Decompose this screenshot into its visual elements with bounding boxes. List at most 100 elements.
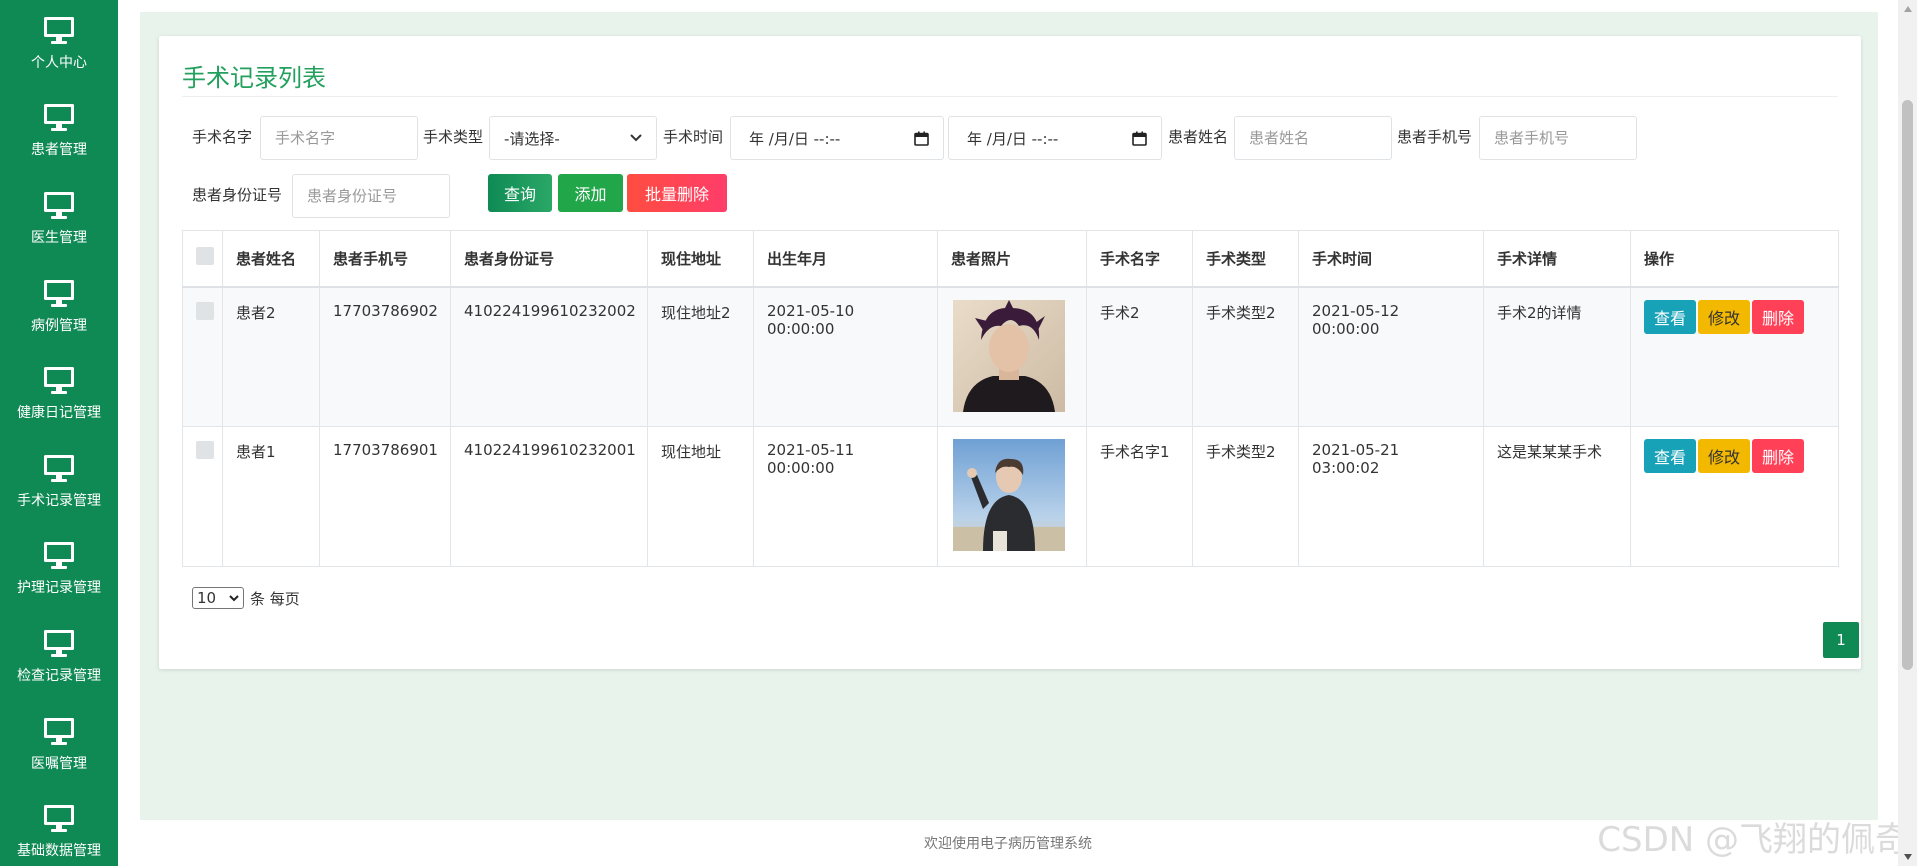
sidebar-item-personal-center[interactable]: 个人中心 [0,0,118,88]
select-all-cell [182,230,223,288]
triangle-up-icon [1903,6,1912,12]
cell-surgery-type: 手术类型2 [1192,286,1299,427]
sidebar: 个人中心 患者管理 医生管理 病例管理 健康日记管理 手术记录管理 护理记录管理… [0,0,118,866]
sidebar-item-label: 个人中心 [31,54,87,71]
table-row: 患者2 17703786902 410224199610232002 现住地址2… [182,286,1839,427]
monitor-icon [44,16,74,44]
monitor-icon [44,279,74,307]
sidebar-item-label: 患者管理 [31,142,87,159]
column-header: 患者姓名 [222,230,320,288]
table-row: 患者1 17703786901 410224199610232001 现住地址 … [182,426,1839,567]
monitor-icon [44,367,74,395]
sidebar-item-base-data[interactable]: 基础数据管理 [0,788,118,866]
calendar-icon[interactable] [914,131,929,146]
view-button[interactable]: 查看 [1644,439,1697,473]
calendar-icon[interactable] [1132,131,1147,146]
edit-button[interactable]: 修改 [1698,439,1751,473]
edit-button[interactable]: 修改 [1698,299,1751,334]
pagination-page-current[interactable]: 1 [1823,622,1859,658]
sidebar-item-label: 健康日记管理 [17,405,101,422]
sidebar-item-label: 基础数据管理 [17,843,101,860]
vertical-scrollbar[interactable] [1898,0,1917,866]
sidebar-item-nursing-records[interactable]: 护理记录管理 [0,526,118,614]
sidebar-item-exam-records[interactable]: 检查记录管理 [0,613,118,701]
surgery-time-start-input[interactable]: 年 /月/日 --:-- [730,116,944,160]
select-all-checkbox[interactable] [196,247,214,266]
patient-name-input[interactable] [1234,116,1392,160]
surgery-time-end-input[interactable]: 年 /月/日 --:-- [948,116,1162,160]
scroll-thumb[interactable] [1902,100,1913,670]
cell-birth: 2021-05-11 00:00:00 [753,426,938,567]
patient-phone-input[interactable] [1479,116,1637,160]
column-header: 患者身份证号 [450,230,648,288]
column-header: 手术时间 [1298,230,1484,288]
cell-surgery-time: 2021-05-21 03:00:02 [1298,426,1484,567]
add-button[interactable]: 添加 [558,174,623,212]
cell-photo [937,286,1087,427]
surgery-type-select[interactable]: -请选择- [489,116,657,160]
column-header: 现住地址 [647,230,754,288]
row-select-cell [182,426,223,567]
cell-patient-name: 患者1 [222,426,320,567]
chevron-down-icon [229,594,239,601]
cell-patient-phone: 17703786902 [319,286,451,427]
cell-patient-name: 患者2 [222,286,320,427]
page-size-select[interactable]: 10 [192,587,244,609]
patient-photo [953,299,1065,412]
patient-photo [953,439,1065,551]
sidebar-item-health-diary[interactable]: 健康日记管理 [0,350,118,438]
sidebar-item-label: 检查记录管理 [17,667,101,684]
column-header: 手术名字 [1086,230,1193,288]
query-button[interactable]: 查询 [488,174,552,212]
sidebar-item-doctors[interactable]: 医生管理 [0,175,118,263]
cell-actions: 查看 修改 删除 [1630,426,1839,567]
table-header-row: 患者姓名 患者手机号 患者身份证号 现住地址 出生年月 患者照片 手术名字 手术… [182,230,1839,288]
surgery-type-value: -请选择- [504,129,560,148]
surgery-name-input[interactable] [260,116,418,160]
sidebar-item-patients[interactable]: 患者管理 [0,88,118,176]
column-header: 操作 [1630,230,1839,288]
cell-birth: 2021-05-10 00:00:00 [753,286,938,427]
sidebar-item-label: 手术记录管理 [17,492,101,509]
monitor-icon [44,104,74,132]
patient-id-input[interactable] [292,174,450,218]
batch-delete-button[interactable]: 批量删除 [627,174,727,212]
title-divider [182,96,1838,97]
row-checkbox[interactable] [196,301,214,320]
column-header: 患者手机号 [319,230,451,288]
cell-actions: 查看 修改 删除 [1630,286,1839,427]
monitor-icon [44,717,74,745]
cell-address: 现住地址2 [647,286,754,427]
scroll-up-arrow[interactable] [1898,0,1917,18]
column-header: 手术类型 [1192,230,1299,288]
cell-address: 现住地址 [647,426,754,567]
cell-patient-phone: 17703786901 [319,426,451,567]
surgery-time-start-value: 年 /月/日 --:-- [749,129,841,148]
monitor-icon [44,191,74,219]
cell-detail: 手术2的详情 [1483,286,1631,427]
surgery-time-end-value: 年 /月/日 --:-- [967,129,1059,148]
delete-button[interactable]: 删除 [1752,439,1805,473]
sidebar-item-label: 病例管理 [31,317,87,334]
patient-name-label: 患者姓名 [1168,128,1229,146]
row-checkbox[interactable] [196,441,214,459]
sidebar-item-cases[interactable]: 病例管理 [0,263,118,351]
delete-button[interactable]: 删除 [1752,299,1805,334]
page-size-value: 10 [197,589,217,607]
column-header: 手术详情 [1483,230,1631,288]
footer-text: 欢迎使用电子病历管理系统 [924,836,1092,852]
cell-patient-id: 410224199610232002 [450,286,648,427]
column-header: 出生年月 [753,230,938,288]
surgery-time-label: 手术时间 [663,128,724,146]
view-button[interactable]: 查看 [1644,299,1697,334]
sidebar-item-label: 医嘱管理 [31,755,87,772]
monitor-icon [44,629,74,657]
sidebar-item-surgery-records[interactable]: 手术记录管理 [0,438,118,526]
cell-surgery-type: 手术类型2 [1192,426,1299,567]
patient-phone-label: 患者手机号 [1397,128,1473,146]
page-title: 手术记录列表 [182,64,326,92]
triangle-down-icon [1903,854,1912,860]
scroll-down-arrow[interactable] [1898,848,1917,866]
cell-surgery-name: 手术2 [1086,286,1193,427]
sidebar-item-medical-orders[interactable]: 医嘱管理 [0,701,118,789]
